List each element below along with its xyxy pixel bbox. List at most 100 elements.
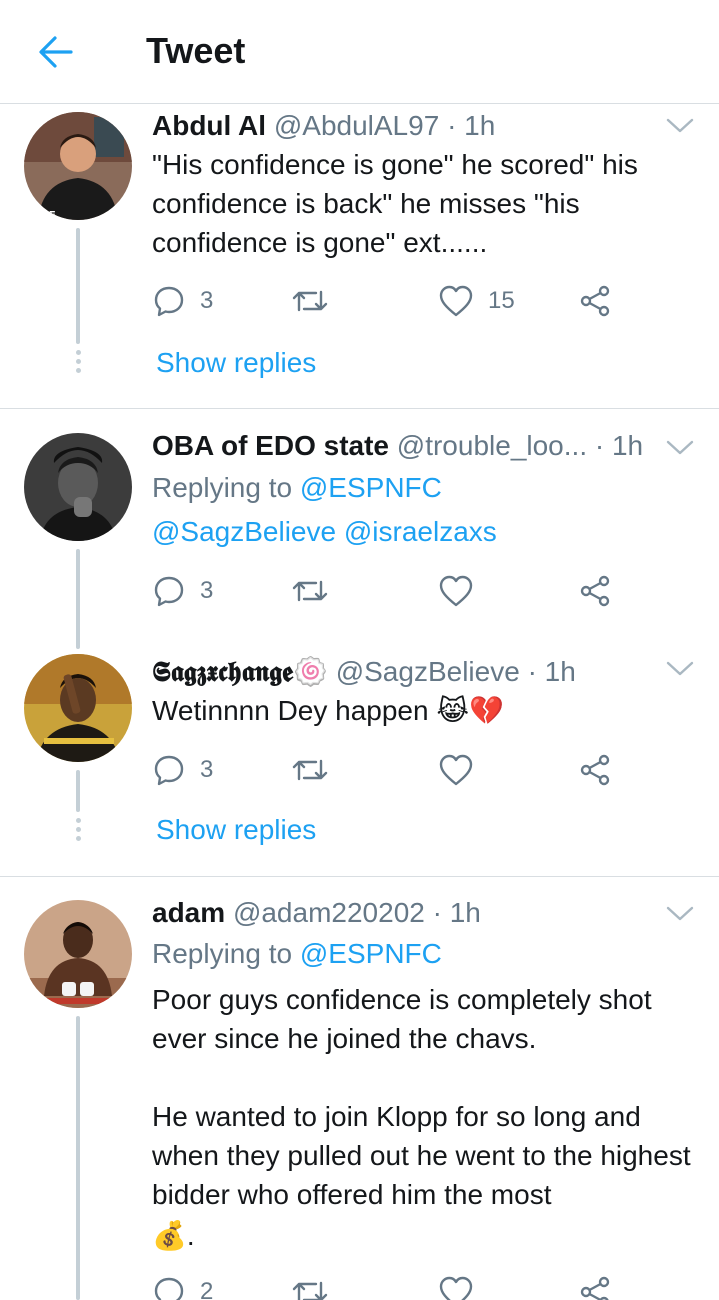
- mention-link[interactable]: @israelzaxs: [344, 516, 497, 547]
- tweet-actions: 2: [152, 1272, 622, 1300]
- chevron-down-icon: [666, 118, 694, 133]
- retweet-icon: [292, 1281, 328, 1300]
- share-button[interactable]: [578, 281, 612, 321]
- tweet-menu-button[interactable]: [664, 659, 696, 679]
- user-handle[interactable]: @adam220202: [233, 897, 425, 928]
- reply-count: 3: [200, 287, 214, 314]
- user-handle[interactable]: @trouble_loo...: [397, 430, 587, 461]
- name-emoji: 🍥: [293, 656, 328, 687]
- reply-icon: [154, 755, 184, 786]
- display-name[interactable]: 𝕾𝖆𝖌𝖟𝖝𝖈𝖍𝖆𝖓𝖌𝖊: [152, 655, 293, 688]
- share-button[interactable]: [578, 571, 612, 611]
- like-icon: [439, 754, 473, 786]
- share-icon: [580, 754, 610, 786]
- retweet-button[interactable]: [290, 571, 330, 611]
- avatar[interactable]: [24, 433, 132, 541]
- retweet-button[interactable]: [290, 750, 330, 790]
- tweet-text: Poor guys confidence is completely shot …: [152, 984, 652, 1054]
- divider: [0, 408, 719, 409]
- like-icon: [439, 575, 473, 607]
- retweet-button[interactable]: [290, 1272, 330, 1300]
- thread-line: [76, 228, 80, 344]
- thread-line: [76, 549, 80, 649]
- more-dots: [73, 350, 83, 377]
- tweet-header: adam @adam220202 · 1h: [152, 897, 481, 929]
- tweet-actions: 3: [152, 571, 622, 611]
- share-button[interactable]: [578, 1272, 612, 1300]
- timestamp: · 1h: [447, 110, 496, 141]
- thread-line: [76, 1016, 80, 1300]
- timestamp: · 1h: [432, 897, 481, 928]
- replying-to-more: @SagzBelieve @israelzaxs: [152, 516, 497, 548]
- like-icon: [439, 285, 473, 317]
- more-dots: [73, 818, 83, 845]
- reply-button[interactable]: 3: [152, 571, 213, 611]
- reply-count: 3: [200, 756, 214, 783]
- mention-link[interactable]: @ESPNFC: [300, 472, 442, 503]
- replying-to: Replying to @ESPNFC: [152, 938, 442, 970]
- like-count: 15: [488, 287, 515, 314]
- tweet-text: He wanted to join Klopp for so long and …: [152, 1101, 691, 1210]
- reply-icon: [154, 286, 184, 317]
- thread-line: [76, 770, 80, 812]
- back-button[interactable]: [36, 32, 76, 72]
- tweet-emoji: 😹💔: [436, 695, 504, 726]
- top-bar: Tweet: [0, 0, 719, 104]
- tweet-menu-button[interactable]: [664, 904, 696, 924]
- like-button[interactable]: 15: [438, 281, 515, 321]
- avatar[interactable]: [24, 654, 132, 762]
- like-icon: [439, 1276, 473, 1300]
- timestamp: · 1h: [527, 656, 576, 687]
- share-icon: [580, 1276, 610, 1300]
- reply-count: 2: [200, 1278, 214, 1300]
- tweet-actions: 3 15: [152, 281, 622, 321]
- tweet-header: OBA of EDO state @trouble_loo... · 1h: [152, 430, 643, 462]
- tweet-text: Wetinnnn Dey happen 😹💔: [152, 691, 702, 730]
- reply-button[interactable]: 3: [152, 281, 213, 321]
- page-title: Tweet: [146, 30, 246, 71]
- chevron-down-icon: [666, 661, 694, 676]
- retweet-icon: [292, 580, 328, 602]
- avatar[interactable]: EINE: [24, 112, 132, 220]
- tweet-emoji: 💰.: [152, 1220, 195, 1251]
- display-name[interactable]: Abdul Al: [152, 110, 266, 141]
- divider: [0, 876, 719, 877]
- like-button[interactable]: [438, 1272, 474, 1300]
- show-replies-link[interactable]: Show replies: [156, 814, 316, 846]
- tweet-header: 𝕾𝖆𝖌𝖟𝖝𝖈𝖍𝖆𝖓𝖌𝖊🍥 @SagzBelieve · 1h: [152, 655, 576, 689]
- reply-icon: [154, 576, 184, 607]
- user-handle[interactable]: @SagzBelieve: [336, 656, 520, 687]
- user-handle[interactable]: @AbdulAL97: [274, 110, 439, 141]
- mention-link[interactable]: @SagzBelieve: [152, 516, 336, 547]
- like-button[interactable]: [438, 750, 474, 790]
- tweet-menu-button[interactable]: [664, 438, 696, 458]
- chevron-down-icon: [666, 906, 694, 921]
- tweet-menu-button[interactable]: [664, 116, 696, 136]
- reply-button[interactable]: 3: [152, 750, 213, 790]
- display-name[interactable]: adam: [152, 897, 225, 928]
- tweet-actions: 3: [152, 750, 622, 790]
- reply-count: 3: [200, 577, 214, 604]
- avatar[interactable]: [24, 900, 132, 1008]
- timestamp: · 1h: [594, 430, 644, 461]
- share-button[interactable]: [578, 750, 612, 790]
- replying-to-label: Replying to: [152, 472, 293, 503]
- reply-icon: [154, 1277, 184, 1300]
- tweet-header: Abdul Al @AbdulAL97 · 1h: [152, 110, 495, 142]
- replying-to: Replying to @ESPNFC: [152, 472, 442, 504]
- retweet-icon: [292, 290, 328, 312]
- display-name[interactable]: OBA of EDO state: [152, 430, 389, 461]
- like-button[interactable]: [438, 571, 474, 611]
- retweet-icon: [292, 759, 328, 781]
- share-icon: [580, 285, 610, 317]
- replying-to-label: Replying to: [152, 938, 293, 969]
- reply-button[interactable]: 2: [152, 1272, 213, 1300]
- chevron-down-icon: [666, 440, 694, 455]
- svg-text:EINE: EINE: [30, 210, 56, 220]
- share-icon: [580, 575, 610, 607]
- tweet-text-content: Wetinnnn Dey happen: [152, 695, 429, 726]
- show-replies-link[interactable]: Show replies: [156, 347, 316, 379]
- mention-link[interactable]: @ESPNFC: [300, 938, 442, 969]
- tweet-text: "His confidence is gone" he scored" his …: [152, 149, 638, 258]
- retweet-button[interactable]: [290, 281, 330, 321]
